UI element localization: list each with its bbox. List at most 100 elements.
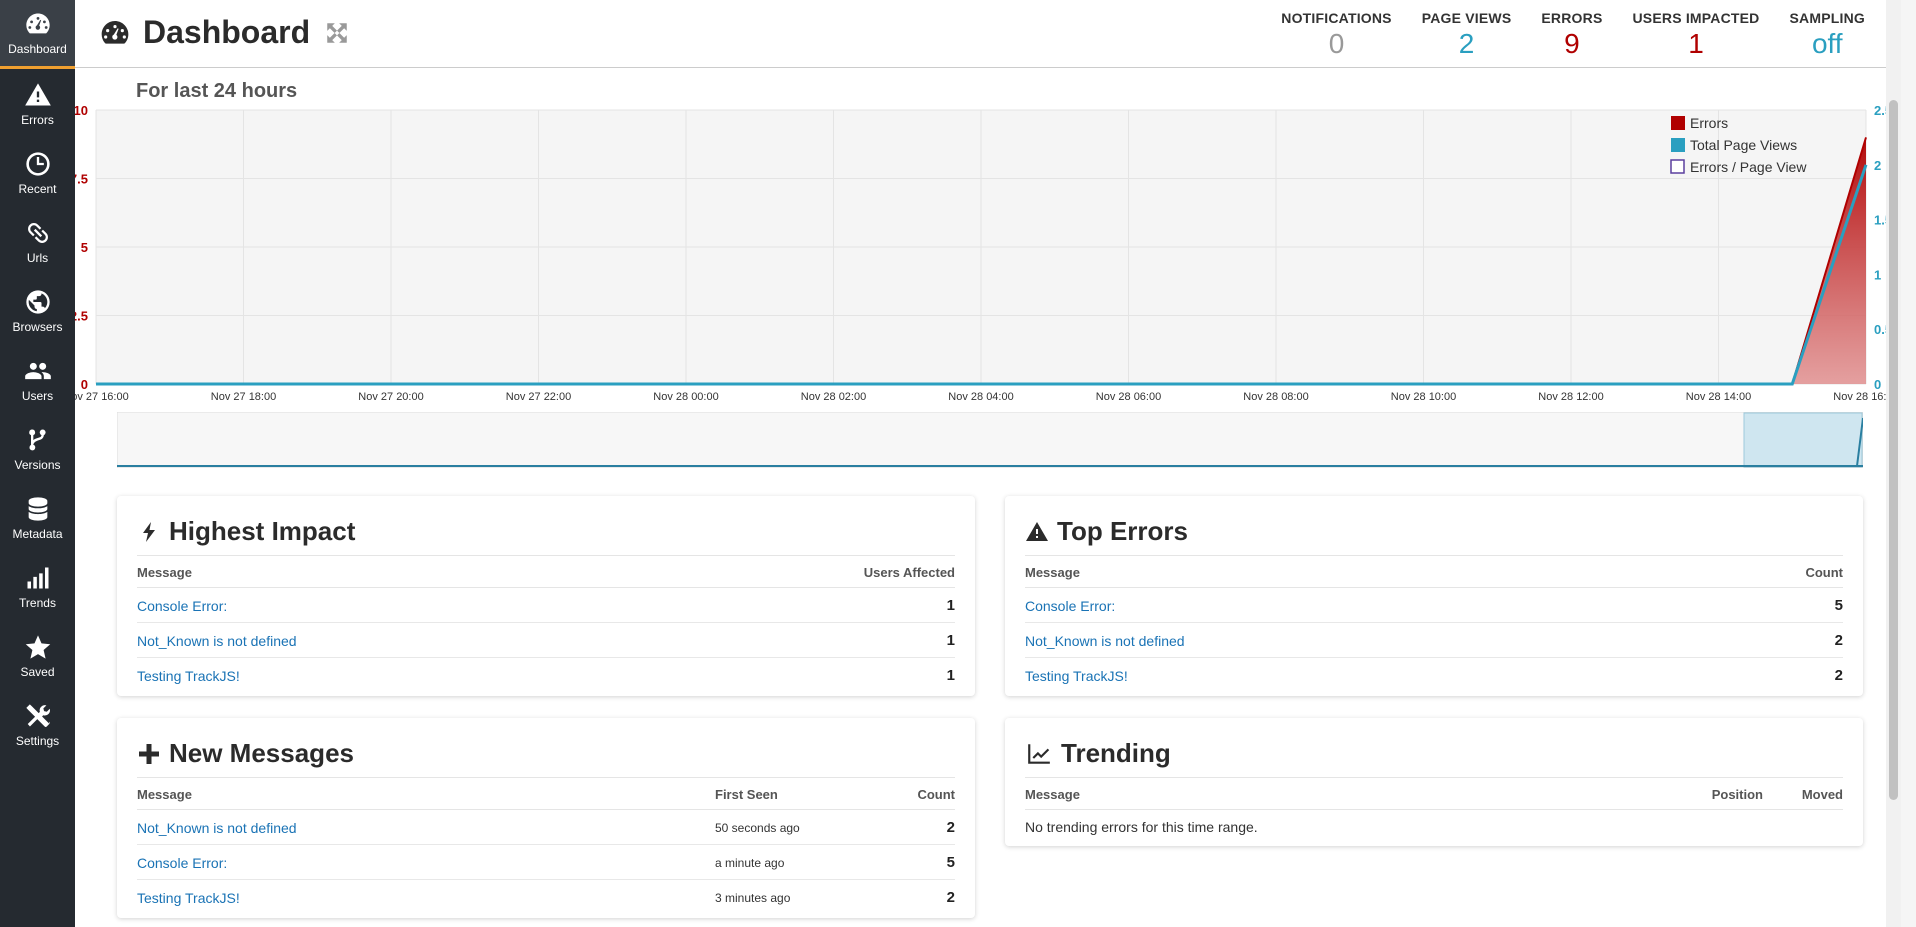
empty-message: No trending errors for this time range.	[1025, 819, 1258, 836]
first-seen-value: 3 minutes ago	[715, 890, 791, 905]
panel-title-text: Highest Impact	[169, 516, 356, 546]
summary-stats: NOTIFICATIONS 0 PAGE VIEWS 2 ERRORS 9 US…	[1251, 10, 1865, 60]
count-value: 2	[1834, 667, 1843, 684]
sidebar-item-urls[interactable]: Urls	[0, 207, 75, 276]
stat-value: off	[1811, 28, 1843, 59]
x-tick-label: Nov 28 12:00	[1538, 391, 1603, 403]
x-tick-label: Nov 28 06:00	[1096, 391, 1161, 403]
link-icon	[27, 222, 48, 243]
panel-title: New Messages	[137, 738, 955, 778]
y-left-tick-label: 10	[75, 103, 88, 118]
message-link[interactable]: Not_Known is not defined	[137, 633, 297, 649]
column-header: Moved	[1763, 778, 1843, 810]
y-left-tick-label: 2.5	[75, 309, 88, 324]
sidebar-item-label: Users	[21, 388, 54, 403]
sidebar-item-recent[interactable]: Recent	[0, 138, 75, 207]
globe-icon	[25, 289, 50, 314]
sidebar-item-browsers[interactable]: Browsers	[0, 276, 75, 345]
navigator-selection[interactable]	[1743, 412, 1863, 468]
count-value: 2	[946, 889, 955, 906]
sidebar: Dashboard Errors Recent Urls Browsers Us…	[0, 0, 75, 927]
clock-icon	[25, 151, 50, 176]
table-row: Not_Known is not defined 2	[1025, 622, 1843, 658]
sidebar-item-settings[interactable]: Settings	[0, 690, 75, 759]
y-left-tick-label: 5	[81, 240, 88, 255]
column-header: Message	[137, 778, 715, 810]
table-row: Testing TrackJS! 3 minutes ago 2	[137, 880, 955, 915]
table-row: No trending errors for this time range.	[1025, 810, 1843, 844]
users-icon	[24, 362, 51, 379]
message-link[interactable]: Console Error:	[137, 855, 227, 871]
users-affected-value: 1	[657, 587, 955, 623]
stat-page-views[interactable]: PAGE VIEWS 2	[1422, 10, 1512, 60]
sidebar-item-saved[interactable]: Saved	[0, 621, 75, 690]
panel-title-text: Trending	[1061, 738, 1171, 768]
message-link[interactable]: Not_Known is not defined	[137, 820, 297, 836]
top-bar: Dashboard NOTIFICATIONS 0 PAGE VIEWS 2 E…	[75, 0, 1901, 68]
stat-label: PAGE VIEWS	[1421, 10, 1512, 26]
sidebar-item-dashboard[interactable]: Dashboard	[0, 0, 75, 69]
sidebar-item-metadata[interactable]: Metadata	[0, 483, 75, 552]
legend-swatch	[1671, 116, 1685, 130]
navigator-background	[117, 412, 1863, 468]
x-tick-label: Nov 28 04:00	[948, 391, 1013, 403]
stat-label: SAMPLING	[1789, 10, 1865, 26]
users-affected-value: 1	[657, 622, 955, 658]
sidebar-item-users[interactable]: Users	[0, 345, 75, 414]
message-link[interactable]: Testing TrackJS!	[137, 890, 240, 906]
x-tick-label: Nov 27 22:00	[506, 391, 571, 403]
x-tick-label: Nov 27 20:00	[358, 391, 423, 403]
legend-label: Errors	[1690, 115, 1728, 131]
sidebar-item-trends[interactable]: Trends	[0, 552, 75, 621]
top-errors-table: Message Count Console Error: 5 Not_Known…	[1025, 556, 1843, 692]
column-header: Users Affected	[657, 556, 955, 588]
stat-sampling[interactable]: SAMPLING off	[1790, 10, 1866, 60]
message-link[interactable]: Testing TrackJS!	[137, 668, 240, 684]
message-link[interactable]: Not_Known is not defined	[1025, 633, 1185, 649]
warning-icon	[24, 82, 51, 105]
table-row: Console Error: 5	[1025, 587, 1843, 623]
errors-chart[interactable]: Nov 27 16:00 Nov 27 18:00 Nov 27 20:00 Nov …	[75, 96, 1901, 406]
x-tick-label: Nov 27 18:00	[211, 391, 276, 403]
stat-notifications[interactable]: NOTIFICATIONS 0	[1281, 10, 1391, 60]
legend-label: Total Page Views	[1690, 137, 1797, 153]
sidebar-item-errors[interactable]: Errors	[0, 69, 75, 138]
sidebar-item-label: Urls	[26, 250, 49, 265]
new-messages-panel: New Messages Message First Seen Count No…	[117, 718, 975, 918]
column-header: Position	[1663, 778, 1763, 810]
stat-label: NOTIFICATIONS	[1281, 10, 1392, 26]
sidebar-item-label: Saved	[20, 664, 55, 679]
stat-value: 9	[1564, 28, 1580, 59]
message-link[interactable]: Console Error:	[137, 598, 227, 614]
bar-chart-icon	[27, 564, 48, 588]
scrollbar-thumb[interactable]	[1889, 100, 1898, 800]
page-title: Dashboard	[99, 14, 350, 51]
sidebar-item-label: Errors	[21, 112, 54, 127]
message-link[interactable]: Testing TrackJS!	[1025, 668, 1128, 684]
count-value: 5	[875, 844, 955, 880]
table-row: Testing TrackJS! 2	[1025, 658, 1843, 693]
panel-title-text: Top Errors	[1057, 516, 1188, 546]
panel-title: Highest Impact	[137, 516, 955, 556]
new-messages-table: Message First Seen Count Not_Known is no…	[137, 778, 955, 914]
top-errors-panel: Top Errors Message Count Console Error: …	[1005, 496, 1863, 696]
x-tick-label: Nov 28 10:00	[1391, 391, 1456, 403]
stat-errors[interactable]: ERRORS 9	[1541, 10, 1602, 60]
time-range-navigator[interactable]	[117, 412, 1863, 468]
stat-label: USERS IMPACTED	[1632, 10, 1760, 26]
panel-title: Top Errors	[1025, 516, 1843, 556]
vertical-scrollbar[interactable]	[1886, 0, 1901, 927]
y-right-tick-label: 1	[1874, 267, 1881, 282]
sidebar-item-versions[interactable]: Versions	[0, 414, 75, 483]
expand-icon[interactable]	[324, 20, 350, 46]
x-tick-label: Nov 27 16:00	[75, 391, 129, 403]
sidebar-item-label: Browsers	[12, 319, 63, 334]
legend-swatch	[1671, 138, 1685, 152]
stat-users-impacted[interactable]: USERS IMPACTED 1	[1633, 10, 1760, 60]
warning-icon	[1026, 521, 1048, 541]
column-header: Count	[875, 778, 955, 810]
x-tick-label: Nov 28 00:00	[653, 391, 718, 403]
plus-icon	[139, 743, 159, 764]
gauge-icon	[101, 20, 129, 44]
message-link[interactable]: Console Error:	[1025, 598, 1115, 614]
